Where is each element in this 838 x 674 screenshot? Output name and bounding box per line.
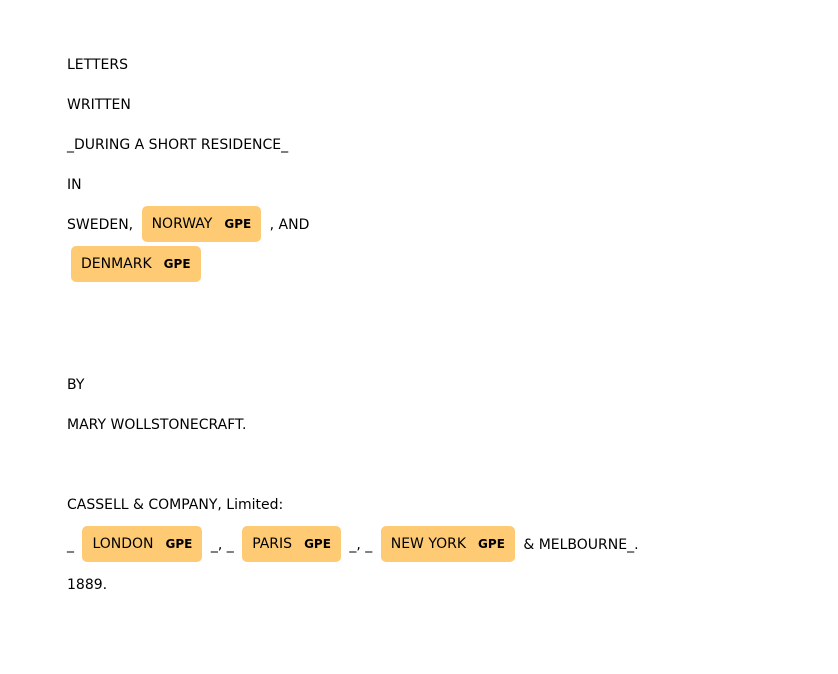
text-line: BY [67,377,85,393]
entity-text: LONDON [92,536,154,552]
entity-new-york: NEW YORK GPE [380,526,515,562]
entity-label: GPE [304,537,331,551]
text-span: _, _ [344,537,377,553]
text-line: WRITTEN [67,97,131,113]
text-span: & MELBOURNE_. [518,537,639,553]
text-line: _DURING A SHORT RESIDENCE_ [67,137,289,153]
entity-document: LETTERS WRITTEN _DURING A SHORT RESIDENC… [67,45,639,605]
text-line: LETTERS [67,57,128,73]
entity-text: NEW YORK [390,536,467,552]
text-line: CASSELL & COMPANY, Limited: [67,497,284,513]
text-span: _, _ [206,537,239,553]
entity-text: PARIS [252,536,293,552]
entity-label: GPE [165,537,193,551]
entity-text: NORWAY [151,216,213,232]
text-line: MARY WOLLSTONECRAFT. [67,417,247,433]
entity-text: DENMARK [81,256,152,272]
text-line: DENMARK GPE [67,245,639,285]
entity-label: GPE [224,217,252,231]
entity-london: LONDON GPE [82,526,203,562]
text-line: _ LONDON GPE _, _ PARIS GPE _, _ NEW YORK G… [67,525,639,565]
entity-label: GPE [163,257,191,271]
entity-denmark: DENMARK GPE [71,246,201,282]
text-line: IN [67,177,82,193]
text-line: 1889. [67,577,108,593]
entity-norway: NORWAY GPE [141,206,262,242]
text-line: SWEDEN, NORWAY GPE , AND [67,205,639,245]
text-span: SWEDEN, [67,217,138,233]
entity-label: GPE [478,537,505,551]
entity-paris: PARIS GPE [242,526,341,562]
text-span: , AND [265,217,310,233]
text-span: _ [67,537,79,553]
